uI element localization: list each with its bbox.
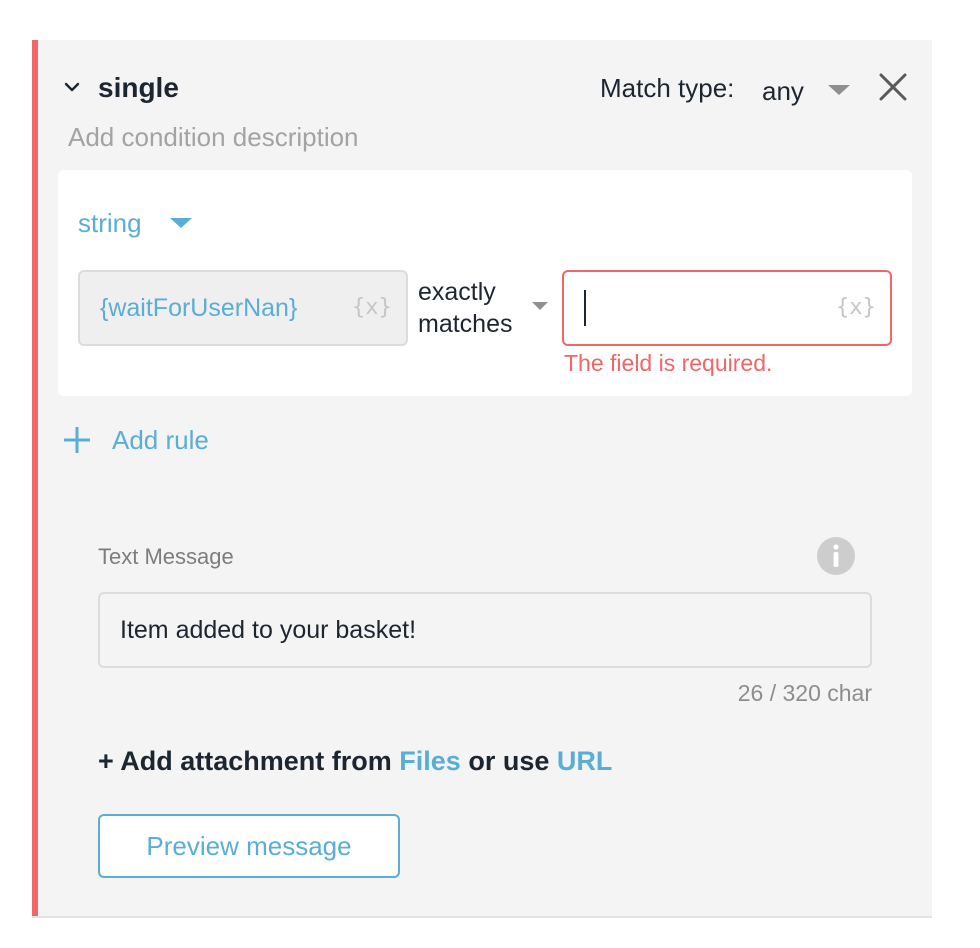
preview-message-button[interactable]: Preview message (98, 814, 400, 878)
chevron-down-icon[interactable] (62, 80, 82, 94)
plus-icon (64, 427, 90, 453)
condition-panel: single Match type: any Add condition des… (32, 40, 932, 918)
attachment-middle: or use (460, 746, 557, 776)
variable-insert-icon[interactable]: {x} (836, 295, 876, 320)
close-icon[interactable] (876, 70, 910, 104)
text-message-input[interactable]: Item added to your basket! (98, 592, 872, 668)
add-attachment-row: + Add attachment from Files or use URL (98, 746, 612, 777)
caret-down-icon[interactable] (168, 215, 194, 231)
info-icon[interactable] (816, 536, 856, 576)
add-rule-label: Add rule (112, 424, 209, 455)
error-accent-bar (32, 40, 38, 916)
variable-field[interactable]: {waitForUserNan} {x} (78, 270, 408, 346)
variable-insert-icon[interactable]: {x} (352, 295, 392, 320)
caret-down-icon[interactable] (530, 300, 550, 312)
condition-name[interactable]: single (98, 72, 179, 104)
attachment-prefix: + Add attachment from (98, 746, 400, 776)
match-type-label: Match type: (600, 73, 735, 103)
field-error-message: The field is required. (564, 350, 773, 376)
operator-line-1: exactly (418, 278, 496, 306)
files-link[interactable]: Files (399, 746, 461, 776)
operator-select[interactable]: exactly matches (418, 276, 528, 340)
operator-line-2: matches (418, 310, 513, 338)
text-message-label: Text Message (98, 544, 234, 569)
url-link[interactable]: URL (557, 746, 613, 776)
add-rule-button[interactable]: Add rule (62, 420, 209, 460)
match-type-value[interactable]: any (762, 76, 804, 107)
rule-type-select[interactable]: string (78, 208, 142, 239)
variable-value: {waitForUserNan} (100, 294, 298, 322)
rule-value-input[interactable]: {x} (562, 270, 892, 346)
caret-down-icon[interactable] (826, 82, 852, 98)
text-message-value: Item added to your basket! (120, 616, 417, 644)
rule-card: string {waitForUserNan} {x} exactly matc… (58, 170, 912, 396)
text-cursor (584, 290, 586, 326)
condition-description-field[interactable]: Add condition description (68, 122, 359, 153)
char-counter: 26 / 320 char (737, 680, 872, 706)
